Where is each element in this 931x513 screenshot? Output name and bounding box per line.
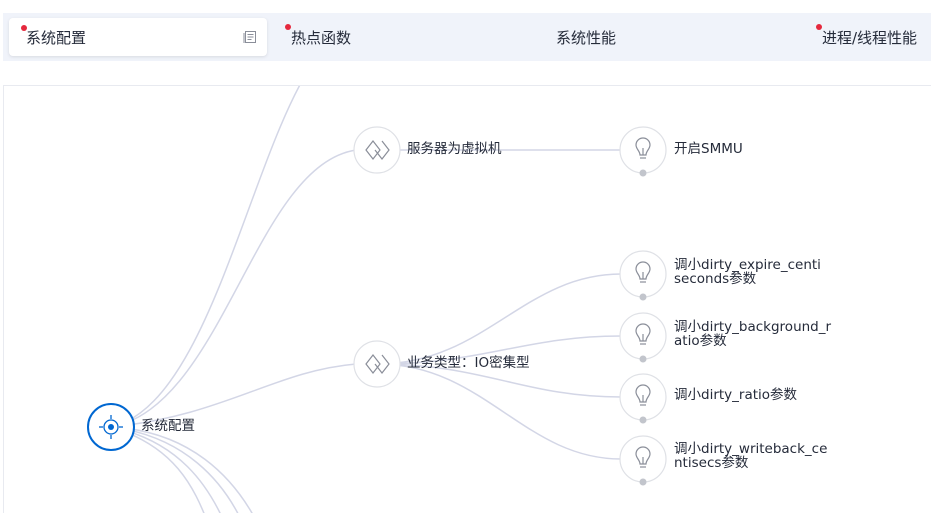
tab-system-performance[interactable]: 系统性能: [556, 13, 616, 61]
collapse-dot[interactable]: [639, 293, 647, 301]
tab-label: 系统配置: [26, 28, 87, 47]
suggestion-label-line: atio参数: [674, 333, 727, 349]
collapse-dot[interactable]: [639, 478, 647, 486]
collapse-dot[interactable]: [639, 355, 647, 363]
category-node-label: 服务器为虚拟机: [407, 141, 502, 157]
tab-label: 系统性能: [556, 28, 617, 47]
document-icon[interactable]: [243, 30, 257, 44]
suggestion-label-line: 开启SMMU: [674, 141, 743, 157]
notification-dot: [21, 25, 27, 31]
suggestion-node-label: 开启SMMU: [674, 142, 743, 156]
tab-label: 热点函数: [291, 28, 352, 47]
suggestion-node[interactable]: [619, 250, 667, 301]
category-node[interactable]: [353, 340, 401, 388]
root-node[interactable]: [87, 403, 135, 451]
collapse-dot[interactable]: [639, 169, 647, 177]
edge: [110, 86, 301, 428]
suggestion-label-line: 调小dirty_expire_centi: [674, 257, 821, 273]
suggestion-label-line: 调小dirty_background_r: [674, 319, 832, 335]
category-node[interactable]: [353, 126, 401, 174]
suggestion-node[interactable]: [619, 312, 667, 363]
suggestion-node-label: 调小dirty_writeback_ce ntisecs参数: [674, 442, 827, 470]
suggestion-label-line: seconds参数: [674, 271, 757, 287]
tab-system-config[interactable]: 系统配置: [9, 18, 267, 56]
tab-bar: 系统配置 热点函数 系统性能 进程/线程性能: [3, 13, 931, 61]
suggestion-node[interactable]: [619, 373, 667, 424]
collapse-dot[interactable]: [639, 416, 647, 424]
suggestion-node-label: 调小dirty_ratio参数: [674, 388, 797, 402]
tab-process-thread-performance[interactable]: 进程/线程性能: [816, 13, 918, 61]
category-node-label: 业务类型：IO密集型: [407, 355, 530, 371]
suggestion-label-line: 调小dirty_writeback_ce: [674, 441, 828, 457]
edge: [110, 149, 357, 428]
notification-dot: [285, 24, 291, 30]
suggestion-node[interactable]: [619, 435, 667, 486]
notification-dot: [816, 24, 822, 30]
edge: [377, 363, 622, 460]
suggestion-node-label: 调小dirty_expire_centi seconds参数: [674, 258, 821, 286]
root-node-label: 系统配置: [141, 418, 195, 434]
tab-label: 进程/线程性能: [822, 28, 918, 47]
suggestion-node[interactable]: [619, 126, 667, 177]
tab-hotspot-functions[interactable]: 热点函数: [285, 13, 352, 61]
suggestion-node-label: 调小dirty_background_r atio参数: [674, 320, 831, 348]
suggestion-label-line: ntisecs参数: [674, 455, 749, 471]
suggestion-label-line: 调小dirty_ratio参数: [674, 387, 798, 403]
edge: [110, 426, 253, 513]
mind-map-canvas[interactable]: 系统配置 服务器为虚拟机 业务类型：IO密集型 开启SMMU 调小dirty_e…: [3, 85, 931, 513]
